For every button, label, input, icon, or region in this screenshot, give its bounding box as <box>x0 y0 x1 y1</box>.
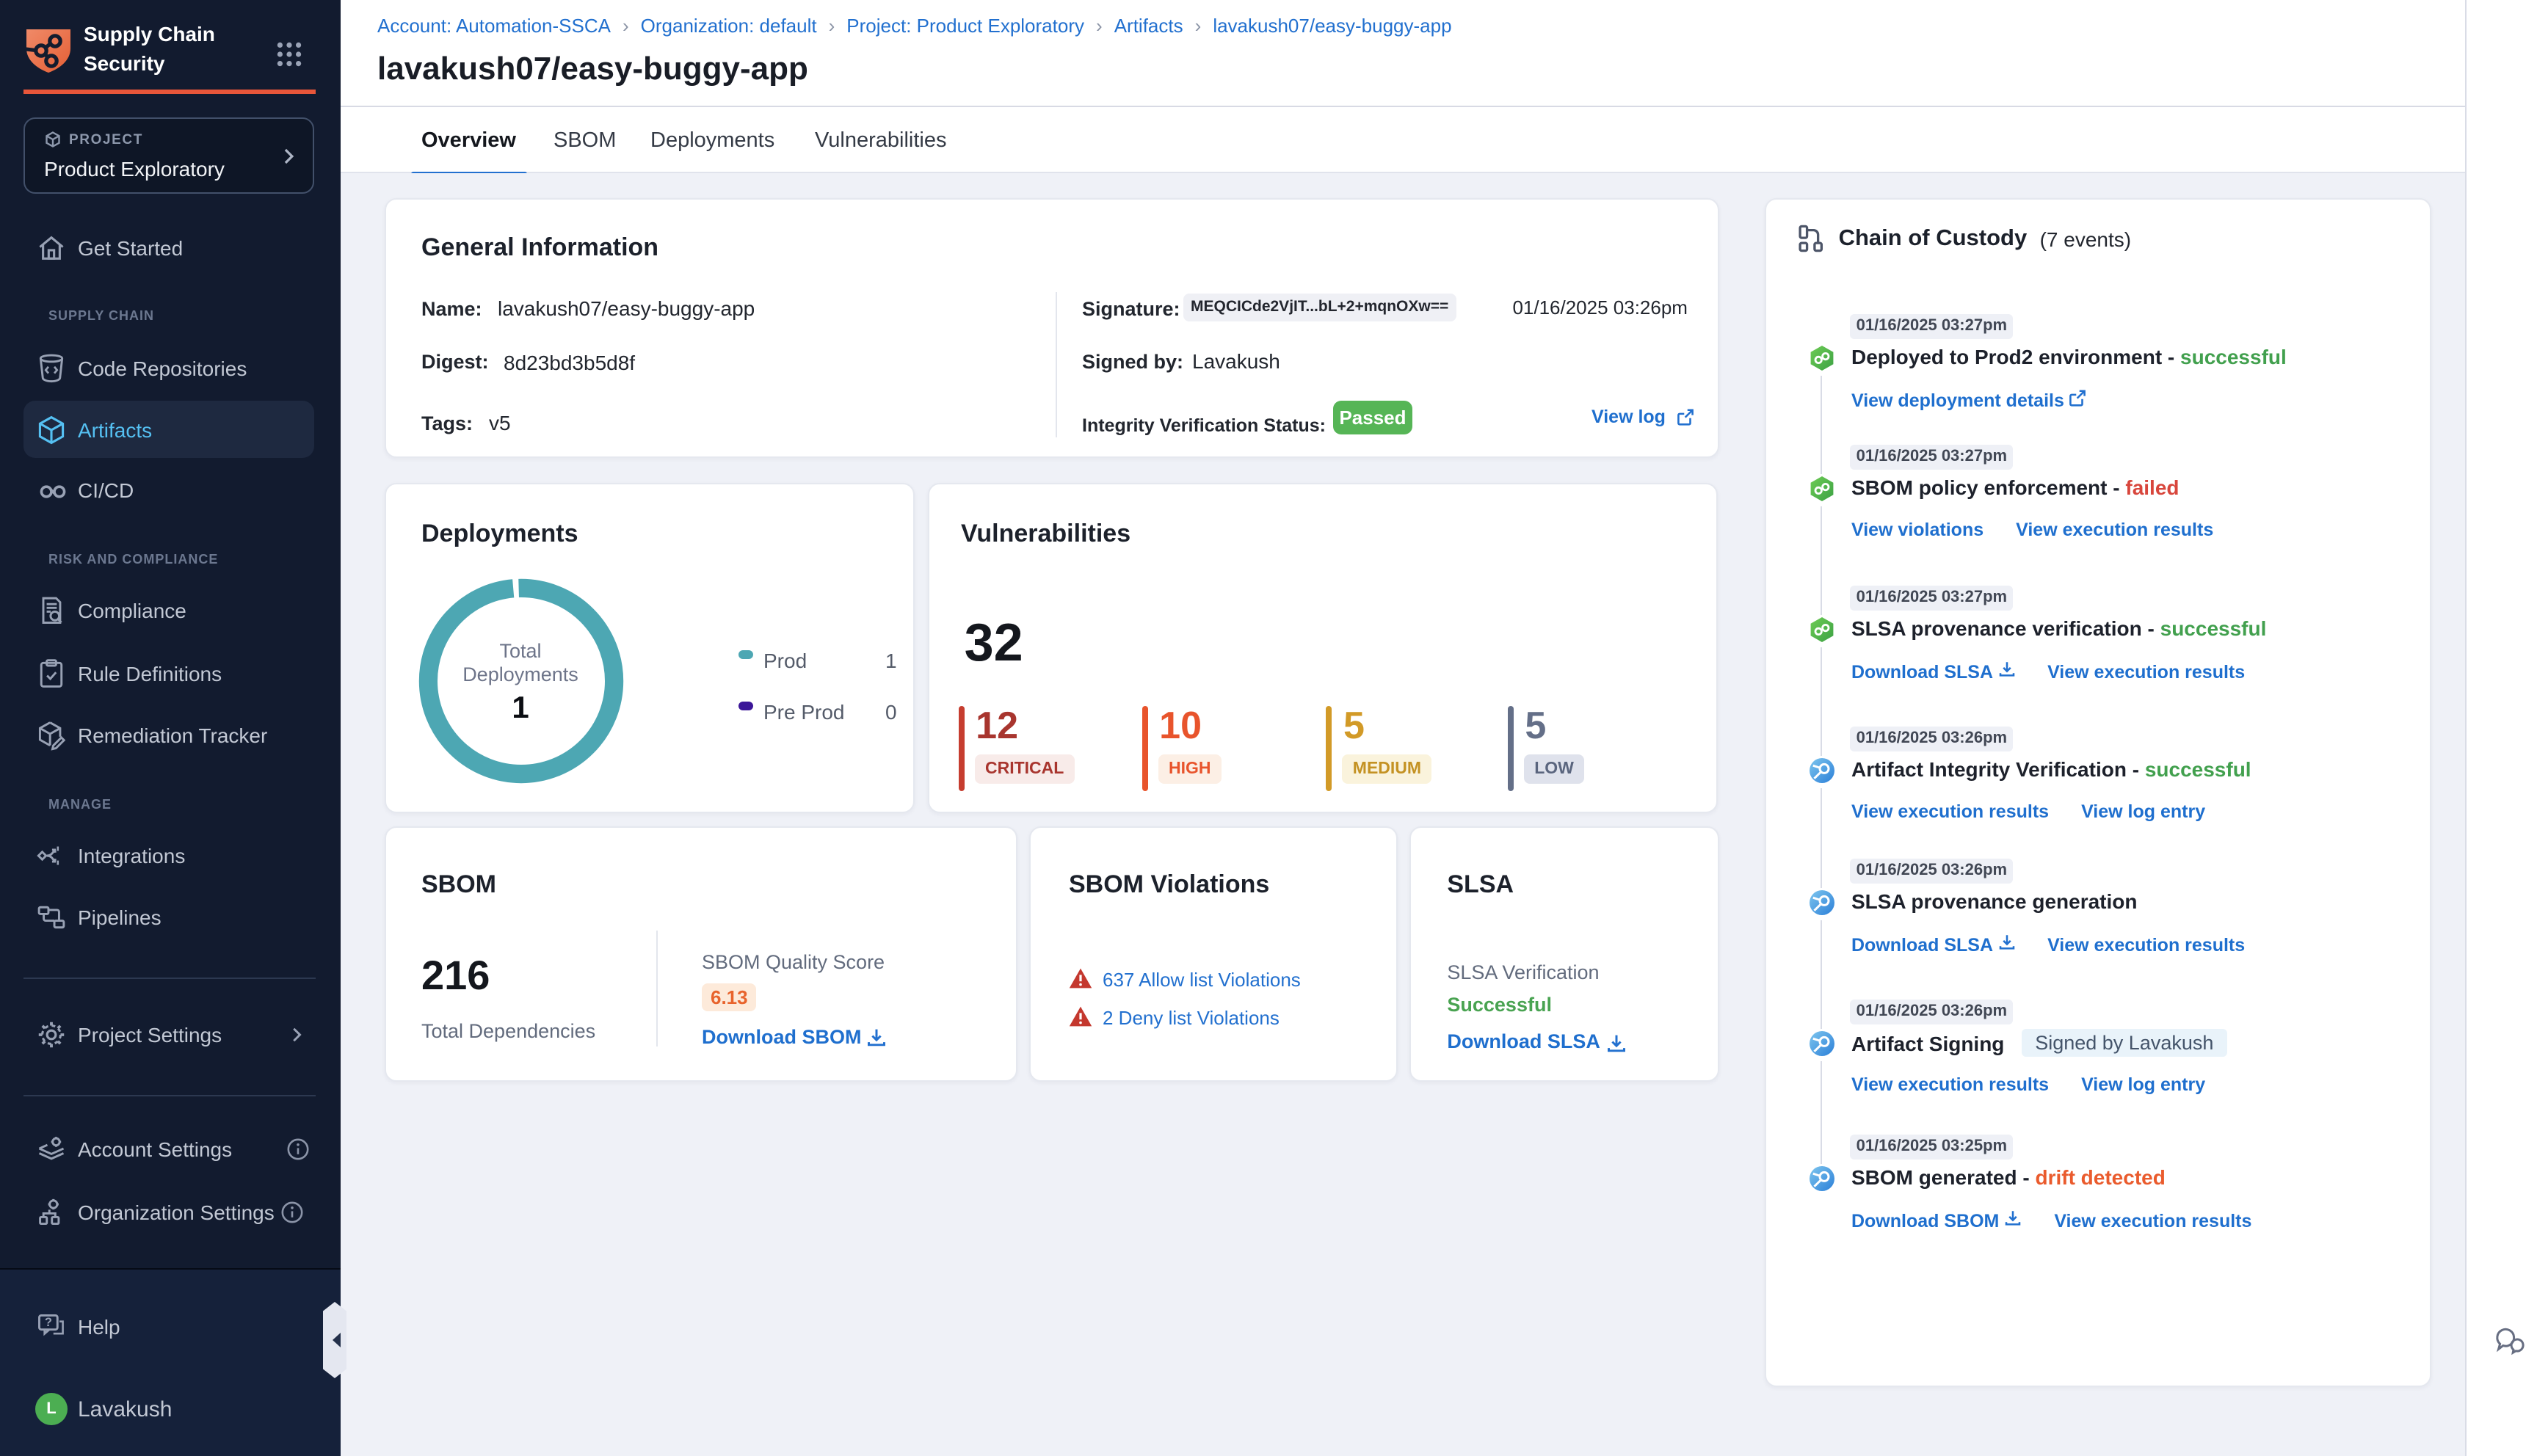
svg-text:?: ? <box>45 1316 52 1329</box>
